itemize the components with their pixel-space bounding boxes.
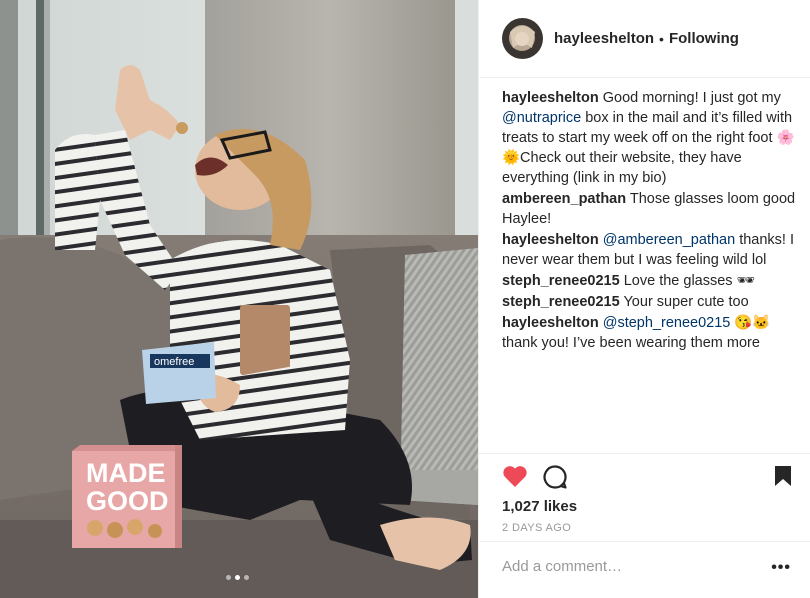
box-brand-line2: GOOD: [86, 486, 169, 516]
comment-text: Your super cute too: [623, 294, 749, 310]
comment-item: steph_renee0215 Your super cute too: [502, 292, 802, 312]
post-header: hayleeshelton • Following: [479, 0, 810, 78]
comment-username[interactable]: hayleeshelton: [502, 315, 599, 331]
comment-text: Good morning! I just got my: [602, 90, 781, 106]
comments-list: hayleeshelton Good morning! I just got m…: [502, 88, 802, 354]
action-bar: 1,027 likes 2 DAYS AGO: [479, 453, 810, 534]
box-brand-line1: MADE: [86, 458, 166, 488]
carousel-indicator: [226, 575, 249, 580]
comment-mention[interactable]: @nutraprice: [502, 110, 581, 126]
carousel-dot[interactable]: [244, 575, 249, 580]
post-username[interactable]: hayleeshelton: [554, 30, 654, 47]
heart-icon[interactable]: [502, 464, 528, 488]
comment-item: steph_renee0215 Love the glasses 🕶: [502, 271, 802, 291]
carousel-dot[interactable]: [226, 575, 231, 580]
avatar[interactable]: [502, 18, 543, 59]
photo-illustration: omefree MADE GOOD: [0, 0, 478, 598]
comment-mention[interactable]: @ambereen_pathan: [603, 232, 735, 248]
action-icons: [502, 464, 802, 492]
post-timestamp: 2 DAYS AGO: [502, 522, 572, 534]
comment-username[interactable]: hayleeshelton: [502, 90, 599, 106]
snack-bag-label: omefree: [154, 356, 194, 368]
carousel-dot-active[interactable]: [235, 575, 240, 580]
comment-username[interactable]: steph_renee0215: [502, 294, 620, 310]
comment-username[interactable]: ambereen_pathan: [502, 191, 626, 207]
add-comment-section: •••: [479, 541, 810, 598]
avatar-image: [502, 18, 543, 59]
post-details-panel: hayleeshelton • Following hayleeshelton …: [478, 0, 810, 598]
comment-mention[interactable]: @steph_renee0215: [603, 315, 731, 331]
comment-item: hayleeshelton @steph_renee0215 😘🐱 thank …: [502, 313, 802, 353]
likes-count[interactable]: 1,027 likes: [502, 498, 577, 515]
more-options-icon[interactable]: •••: [771, 559, 791, 577]
comment-username[interactable]: steph_renee0215: [502, 273, 620, 289]
post-photo[interactable]: omefree MADE GOOD: [0, 0, 478, 598]
comment-input[interactable]: [502, 558, 752, 575]
separator-dot: •: [659, 30, 664, 47]
caption-comment: hayleeshelton Good morning! I just got m…: [502, 88, 802, 188]
instagram-post: omefree MADE GOOD hayleeshelton • Follow…: [0, 0, 810, 598]
comment-text: Love the glasses 🕶: [623, 273, 755, 289]
comment-item: ambereen_pathan Those glasses loom good …: [502, 189, 802, 229]
bookmark-icon[interactable]: [774, 465, 792, 487]
following-button[interactable]: Following: [669, 30, 739, 47]
comment-username[interactable]: hayleeshelton: [502, 232, 599, 248]
comment-item: hayleeshelton @ambereen_pathan thanks! I…: [502, 230, 802, 270]
comment-icon[interactable]: [542, 464, 568, 490]
